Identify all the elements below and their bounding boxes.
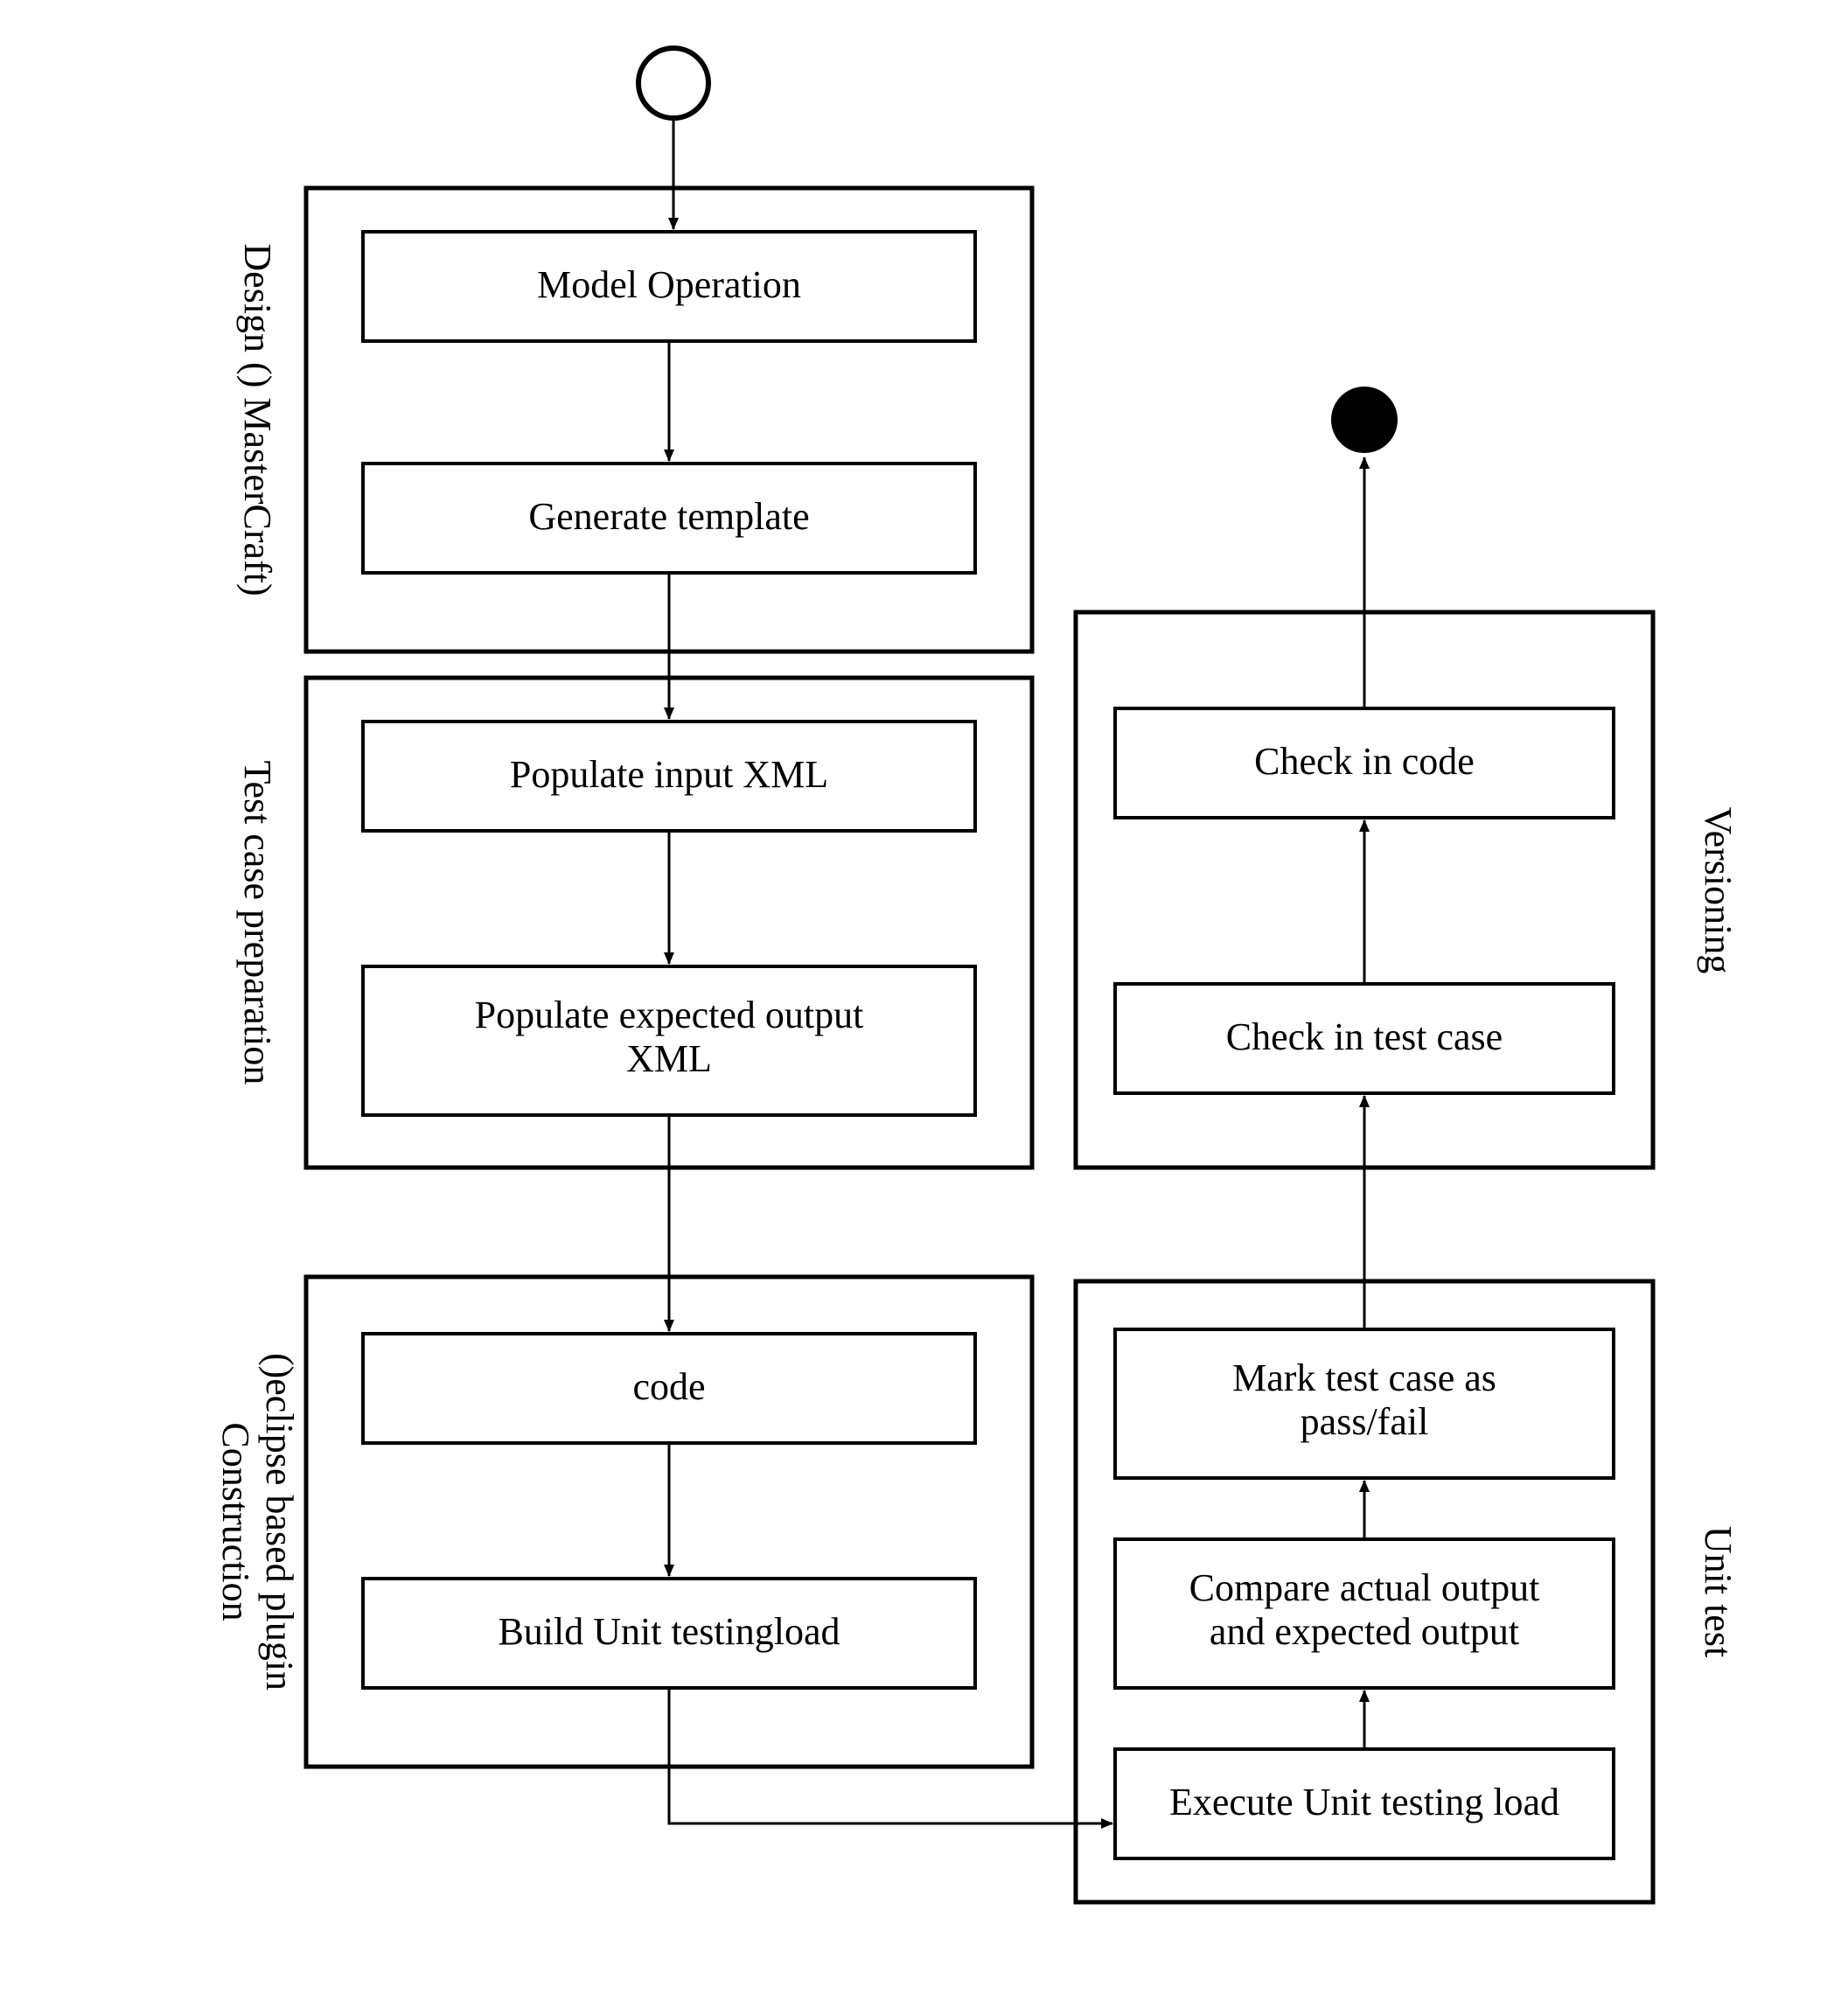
text-check-in-tc: Check in test case <box>1226 1015 1503 1058</box>
label-testcase: Test case preparation <box>236 761 279 1085</box>
text-populate-output-1: Populate expected output <box>475 994 864 1036</box>
label-construction-1: Construction <box>214 1422 257 1621</box>
text-mark-2: pass/fail <box>1301 1400 1429 1443</box>
label-versioning: Versioning <box>1697 807 1740 974</box>
text-compare-2: and expected output <box>1210 1610 1519 1653</box>
text-execute-unit: Execute Unit testing load <box>1169 1781 1559 1823</box>
arrow-build-execute <box>669 1688 1112 1823</box>
text-generate-template: Generate template <box>528 495 809 538</box>
label-construction-2: ()eclipse based plugin <box>258 1353 301 1691</box>
label-design: Design () MasterCraft) <box>236 243 279 596</box>
text-build-unit: Build Unit testingload <box>498 1610 840 1653</box>
text-model-operation: Model Operation <box>537 263 801 306</box>
text-code: code <box>632 1365 705 1408</box>
text-check-in-code: Check in code <box>1254 740 1475 783</box>
label-unittest: Unit test <box>1697 1526 1740 1657</box>
text-populate-input: Populate input XML <box>510 753 828 796</box>
text-mark-1: Mark test case as <box>1232 1356 1496 1399</box>
initial-node <box>638 48 708 118</box>
text-compare-1: Compare actual output <box>1189 1566 1540 1609</box>
activity-diagram: Design () MasterCraft) Test case prepara… <box>0 0 1848 2008</box>
final-node <box>1331 387 1398 453</box>
text-populate-output-2: XML <box>626 1037 712 1080</box>
